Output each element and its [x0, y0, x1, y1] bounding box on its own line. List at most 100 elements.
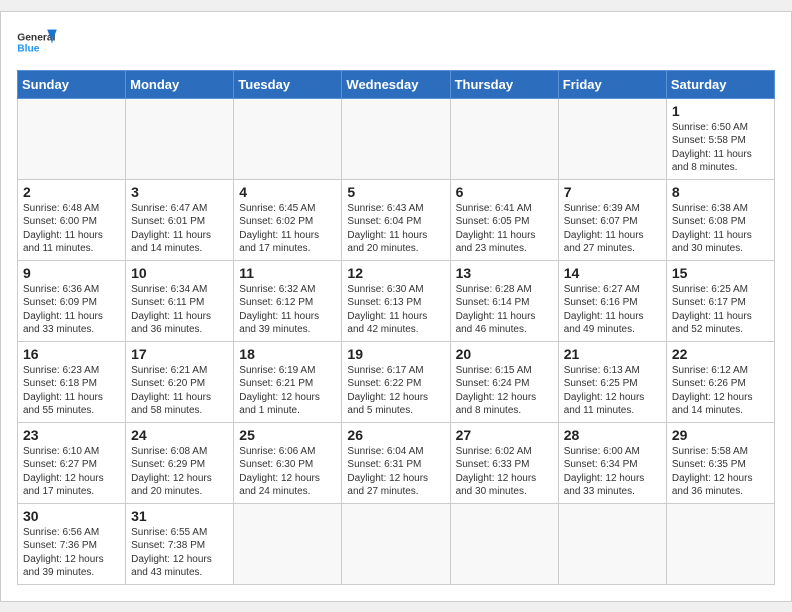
- day-number: 7: [564, 184, 661, 200]
- day-info: Sunrise: 6:38 AM Sunset: 6:08 PM Dayligh…: [672, 202, 769, 256]
- day-cell: 26 Sunrise: 6:04 AM Sunset: 6:31 PM Dayli…: [342, 422, 450, 503]
- day-number: 5: [347, 184, 444, 200]
- day-number: 27: [456, 427, 553, 443]
- day-number: 2: [23, 184, 120, 200]
- day-cell: 16 Sunrise: 6:23 AM Sunset: 6:18 PM Dayli…: [18, 341, 126, 422]
- day-cell: 24Sunrise: 6:08 AM Sunset: 6:29 PM Dayli…: [126, 422, 234, 503]
- day-cell: 1Sunrise: 6:50 AM Sunset: 5:58 PM Daylig…: [666, 98, 774, 179]
- day-info: Sunrise: 6:10 AM Sunset: 6:27 PM Dayligh…: [23, 445, 120, 499]
- day-cell: [450, 98, 558, 179]
- day-cell: 18Sunrise: 6:19 AM Sunset: 6:21 PM Dayli…: [234, 341, 342, 422]
- calendar-header: General Blue: [17, 28, 775, 58]
- day-cell: 5 Sunrise: 6:43 AM Sunset: 6:04 PM Daylig…: [342, 179, 450, 260]
- week-row-6: 30Sunrise: 6:56 AM Sunset: 7:36 PM Dayli…: [18, 503, 775, 584]
- day-info: Sunrise: 6:00 AM Sunset: 6:34 PM Dayligh…: [564, 445, 661, 499]
- day-number: 31: [131, 508, 228, 524]
- day-number: 8: [672, 184, 769, 200]
- day-info: Sunrise: 6:28 AM Sunset: 6:14 PM Dayligh…: [456, 283, 553, 337]
- day-info: Sunrise: 6:23 AM Sunset: 6:18 PM Dayligh…: [23, 364, 120, 418]
- day-number: 23: [23, 427, 120, 443]
- day-number: 18: [239, 346, 336, 362]
- day-cell: 8 Sunrise: 6:38 AM Sunset: 6:08 PM Daylig…: [666, 179, 774, 260]
- weekday-header-friday: Friday: [558, 70, 666, 98]
- day-cell: [342, 98, 450, 179]
- day-number: 22: [672, 346, 769, 362]
- weekday-header-tuesday: Tuesday: [234, 70, 342, 98]
- weekday-header-sunday: Sunday: [18, 70, 126, 98]
- calendar-container: General Blue SundayMondayTuesdayWednesda…: [0, 11, 792, 602]
- day-cell: [234, 98, 342, 179]
- day-cell: 13 Sunrise: 6:28 AM Sunset: 6:14 PM Dayli…: [450, 260, 558, 341]
- day-cell: 12Sunrise: 6:30 AM Sunset: 6:13 PM Dayli…: [342, 260, 450, 341]
- weekday-header-saturday: Saturday: [666, 70, 774, 98]
- week-row-4: 16 Sunrise: 6:23 AM Sunset: 6:18 PM Dayli…: [18, 341, 775, 422]
- calendar-tbody: 1Sunrise: 6:50 AM Sunset: 5:58 PM Daylig…: [18, 98, 775, 584]
- day-info: Sunrise: 6:43 AM Sunset: 6:04 PM Dayligh…: [347, 202, 444, 256]
- day-number: 20: [456, 346, 553, 362]
- weekday-header-thursday: Thursday: [450, 70, 558, 98]
- day-number: 6: [456, 184, 553, 200]
- day-cell: [666, 503, 774, 584]
- day-number: 16: [23, 346, 120, 362]
- day-cell: [558, 98, 666, 179]
- day-info: Sunrise: 6:48 AM Sunset: 6:00 PM Dayligh…: [23, 202, 120, 256]
- day-cell: 25Sunrise: 6:06 AM Sunset: 6:30 PM Dayli…: [234, 422, 342, 503]
- day-info: Sunrise: 6:21 AM Sunset: 6:20 PM Dayligh…: [131, 364, 228, 418]
- day-info: Sunrise: 6:04 AM Sunset: 6:31 PM Dayligh…: [347, 445, 444, 499]
- weekday-header-row: SundayMondayTuesdayWednesdayThursdayFrid…: [18, 70, 775, 98]
- day-number: 21: [564, 346, 661, 362]
- day-info: Sunrise: 6:56 AM Sunset: 7:36 PM Dayligh…: [23, 526, 120, 580]
- day-info: Sunrise: 6:55 AM Sunset: 7:38 PM Dayligh…: [131, 526, 228, 580]
- day-cell: 19Sunrise: 6:17 AM Sunset: 6:22 PM Dayli…: [342, 341, 450, 422]
- day-cell: [126, 98, 234, 179]
- day-cell: 15Sunrise: 6:25 AM Sunset: 6:17 PM Dayli…: [666, 260, 774, 341]
- day-info: Sunrise: 6:41 AM Sunset: 6:05 PM Dayligh…: [456, 202, 553, 256]
- day-number: 26: [347, 427, 444, 443]
- day-cell: [18, 98, 126, 179]
- day-number: 17: [131, 346, 228, 362]
- day-cell: [234, 503, 342, 584]
- day-number: 13: [456, 265, 553, 281]
- day-number: 10: [131, 265, 228, 281]
- day-number: 11: [239, 265, 336, 281]
- day-number: 24: [131, 427, 228, 443]
- day-info: Sunrise: 6:12 AM Sunset: 6:26 PM Dayligh…: [672, 364, 769, 418]
- day-number: 3: [131, 184, 228, 200]
- day-number: 25: [239, 427, 336, 443]
- day-cell: 28 Sunrise: 6:00 AM Sunset: 6:34 PM Dayli…: [558, 422, 666, 503]
- day-cell: 4 Sunrise: 6:45 AM Sunset: 6:02 PM Daylig…: [234, 179, 342, 260]
- day-cell: 17 Sunrise: 6:21 AM Sunset: 6:20 PM Dayli…: [126, 341, 234, 422]
- day-info: Sunrise: 6:50 AM Sunset: 5:58 PM Dayligh…: [672, 121, 769, 175]
- day-cell: 29Sunrise: 5:58 AM Sunset: 6:35 PM Dayli…: [666, 422, 774, 503]
- day-info: Sunrise: 6:02 AM Sunset: 6:33 PM Dayligh…: [456, 445, 553, 499]
- week-row-2: 2 Sunrise: 6:48 AM Sunset: 6:00 PM Daylig…: [18, 179, 775, 260]
- day-cell: 30Sunrise: 6:56 AM Sunset: 7:36 PM Dayli…: [18, 503, 126, 584]
- day-number: 15: [672, 265, 769, 281]
- week-row-3: 9 Sunrise: 6:36 AM Sunset: 6:09 PM Daylig…: [18, 260, 775, 341]
- day-number: 9: [23, 265, 120, 281]
- week-row-5: 23 Sunrise: 6:10 AM Sunset: 6:27 PM Dayli…: [18, 422, 775, 503]
- day-info: Sunrise: 6:36 AM Sunset: 6:09 PM Dayligh…: [23, 283, 120, 337]
- day-info: Sunrise: 5:58 AM Sunset: 6:35 PM Dayligh…: [672, 445, 769, 499]
- day-number: 28: [564, 427, 661, 443]
- day-cell: [450, 503, 558, 584]
- week-row-1: 1Sunrise: 6:50 AM Sunset: 5:58 PM Daylig…: [18, 98, 775, 179]
- day-cell: 14Sunrise: 6:27 AM Sunset: 6:16 PM Dayli…: [558, 260, 666, 341]
- day-info: Sunrise: 6:34 AM Sunset: 6:11 PM Dayligh…: [131, 283, 228, 337]
- calendar-table: SundayMondayTuesdayWednesdayThursdayFrid…: [17, 70, 775, 585]
- day-cell: [342, 503, 450, 584]
- day-info: Sunrise: 6:17 AM Sunset: 6:22 PM Dayligh…: [347, 364, 444, 418]
- day-info: Sunrise: 6:45 AM Sunset: 6:02 PM Dayligh…: [239, 202, 336, 256]
- day-number: 14: [564, 265, 661, 281]
- day-info: Sunrise: 6:32 AM Sunset: 6:12 PM Dayligh…: [239, 283, 336, 337]
- day-cell: 27 Sunrise: 6:02 AM Sunset: 6:33 PM Dayli…: [450, 422, 558, 503]
- day-cell: 11 Sunrise: 6:32 AM Sunset: 6:12 PM Dayli…: [234, 260, 342, 341]
- day-cell: 22 Sunrise: 6:12 AM Sunset: 6:26 PM Dayli…: [666, 341, 774, 422]
- day-number: 4: [239, 184, 336, 200]
- day-cell: [558, 503, 666, 584]
- day-cell: 10 Sunrise: 6:34 AM Sunset: 6:11 PM Dayli…: [126, 260, 234, 341]
- svg-text:Blue: Blue: [17, 43, 40, 54]
- day-cell: 6 Sunrise: 6:41 AM Sunset: 6:05 PM Daylig…: [450, 179, 558, 260]
- generalblue-logo-icon: General Blue: [17, 28, 57, 58]
- day-info: Sunrise: 6:30 AM Sunset: 6:13 PM Dayligh…: [347, 283, 444, 337]
